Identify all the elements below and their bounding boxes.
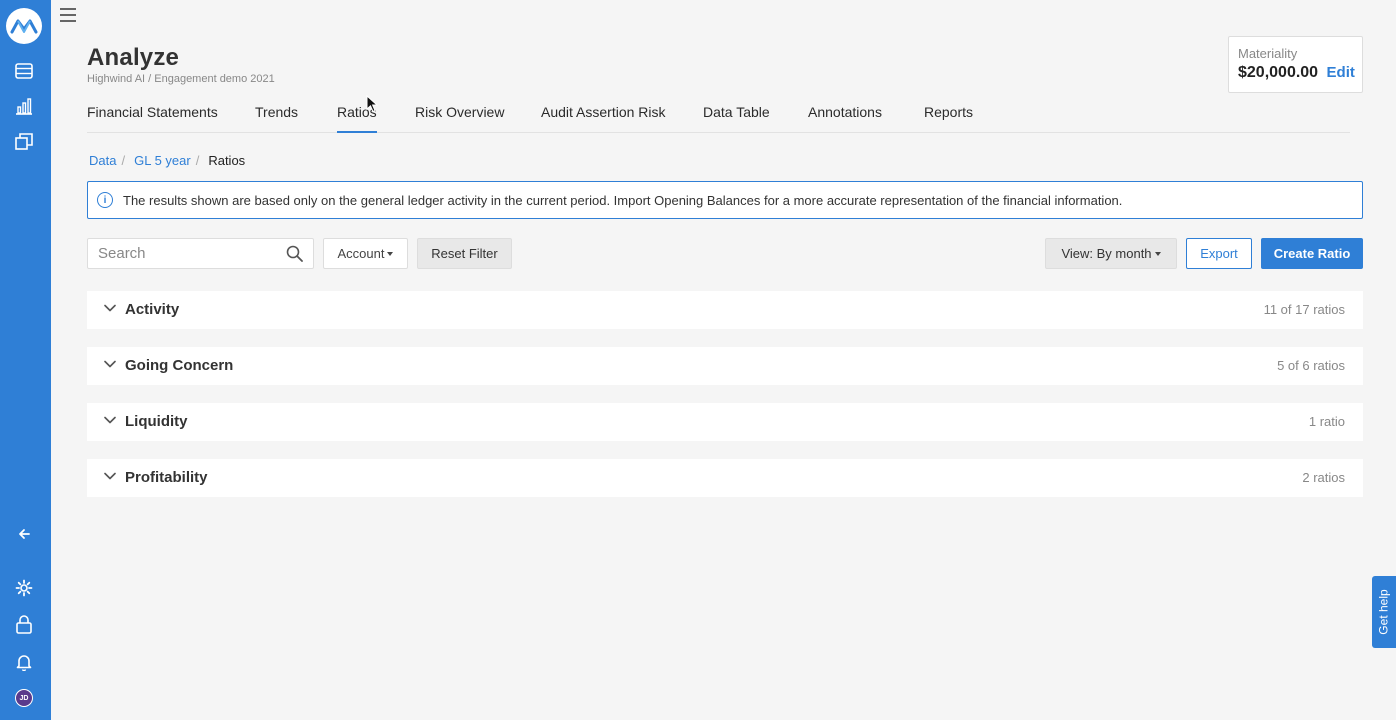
bar-chart-icon[interactable] <box>13 95 35 117</box>
tab-trends[interactable]: Trends <box>255 104 298 133</box>
materiality-card: Materiality $20,000.00 Edit <box>1228 36 1363 93</box>
avatar[interactable]: JD <box>15 689 33 707</box>
group-name: Profitability <box>125 469 208 486</box>
hamburger-menu-icon[interactable] <box>60 7 78 23</box>
group-count: 2 ratios <box>1302 470 1345 485</box>
materiality-edit-link[interactable]: Edit <box>1327 64 1355 81</box>
breadcrumb-data[interactable]: Data <box>89 153 116 168</box>
group-name: Activity <box>125 301 180 318</box>
info-alert: i The results shown are based only on th… <box>87 181 1363 219</box>
ratio-group-activity[interactable]: Activity 11 of 17 ratios <box>87 291 1363 329</box>
breadcrumb: Data / GL 5 year / Ratios <box>89 153 245 168</box>
chevron-down-icon <box>104 472 116 480</box>
search-input[interactable] <box>88 239 278 268</box>
ratio-group-going-concern[interactable]: Going Concern 5 of 6 ratios <box>87 347 1363 385</box>
search-icon[interactable] <box>286 245 303 267</box>
layers-icon[interactable] <box>13 130 35 152</box>
alert-text: The results shown are based only on the … <box>123 192 1123 208</box>
breadcrumb-separator: / <box>121 153 126 168</box>
chevron-down-icon <box>104 360 116 368</box>
tab-audit-assertion-risk[interactable]: Audit Assertion Risk <box>541 104 666 133</box>
bell-icon[interactable] <box>13 651 35 673</box>
tab-reports[interactable]: Reports <box>924 104 973 133</box>
left-sidebar: JD <box>0 0 51 720</box>
tab-financial-statements[interactable]: Financial Statements <box>87 104 218 133</box>
chevron-down-icon <box>104 416 116 424</box>
group-count: 5 of 6 ratios <box>1277 358 1345 373</box>
logo-icon[interactable] <box>6 8 42 44</box>
ratio-group-profitability[interactable]: Profitability 2 ratios <box>87 459 1363 497</box>
page-subtitle: Highwind AI / Engagement demo 2021 <box>87 73 275 85</box>
materiality-value: $20,000.00 <box>1238 64 1319 81</box>
lock-icon[interactable] <box>13 613 35 635</box>
group-name: Liquidity <box>125 413 188 430</box>
database-icon[interactable] <box>13 60 35 82</box>
tab-data-table[interactable]: Data Table <box>703 104 770 133</box>
group-count: 1 ratio <box>1308 414 1345 429</box>
export-button[interactable]: Export <box>1186 238 1252 269</box>
group-count: 11 of 17 ratios <box>1263 302 1345 317</box>
view-by-dropdown[interactable]: View: By month <box>1045 238 1177 269</box>
caret-down-icon <box>1154 251 1161 256</box>
materiality-label: Materiality <box>1238 46 1298 61</box>
account-dropdown[interactable]: Account <box>323 238 408 269</box>
breadcrumb-separator: / <box>195 153 200 168</box>
tab-risk-overview[interactable]: Risk Overview <box>415 104 504 133</box>
info-icon: i <box>97 192 113 208</box>
chevron-down-icon <box>104 304 116 312</box>
arrow-left-icon[interactable] <box>13 523 35 545</box>
group-name: Going Concern <box>125 357 234 374</box>
gear-icon[interactable] <box>13 577 35 599</box>
view-by-label: View: By month <box>1061 246 1152 261</box>
create-ratio-button[interactable]: Create Ratio <box>1261 238 1363 269</box>
ratio-group-liquidity[interactable]: Liquidity 1 ratio <box>87 403 1363 441</box>
search-box <box>87 238 314 269</box>
reset-filter-button[interactable]: Reset Filter <box>417 238 512 269</box>
caret-down-icon <box>387 251 394 256</box>
breadcrumb-current: Ratios <box>208 153 246 168</box>
tab-annotations[interactable]: Annotations <box>808 104 882 133</box>
page-title: Analyze <box>87 44 180 71</box>
tab-bar: Financial Statements Trends Ratios Risk … <box>87 101 1350 133</box>
get-help-label: Get help <box>1377 589 1391 635</box>
breadcrumb-gl-5-year[interactable]: GL 5 year <box>134 153 191 168</box>
mouse-cursor-icon <box>366 95 378 113</box>
get-help-button[interactable]: Get help <box>1372 576 1396 648</box>
account-dropdown-label: Account <box>337 246 385 261</box>
